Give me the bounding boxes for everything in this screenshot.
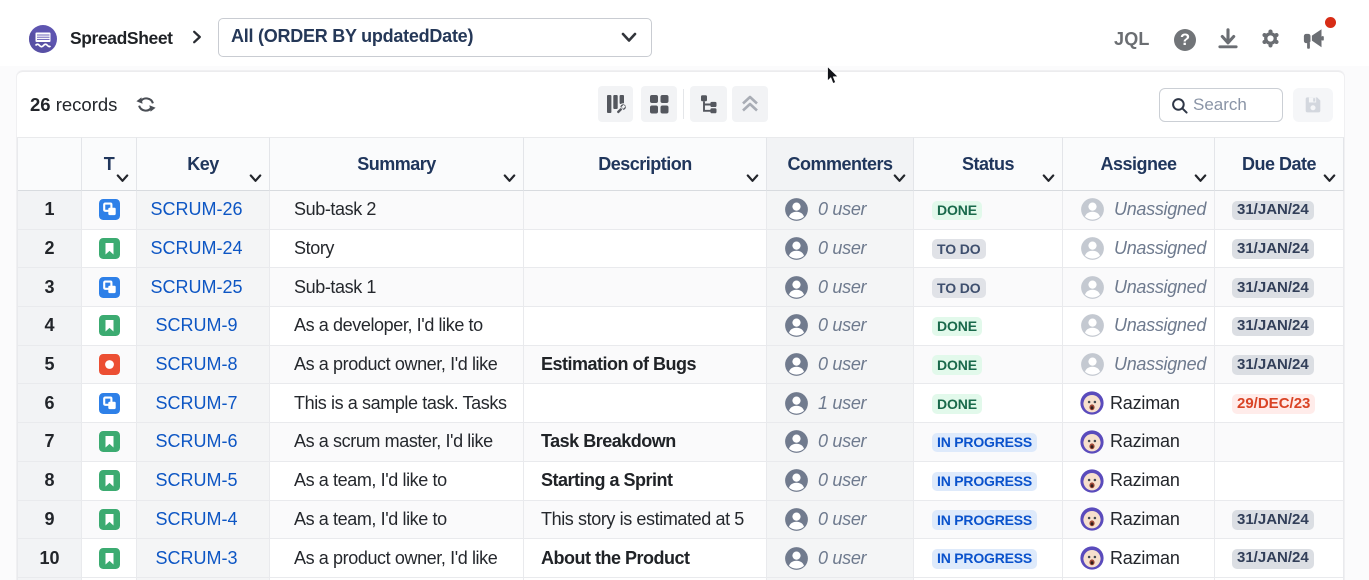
svg-text:?: ? bbox=[1180, 31, 1190, 49]
